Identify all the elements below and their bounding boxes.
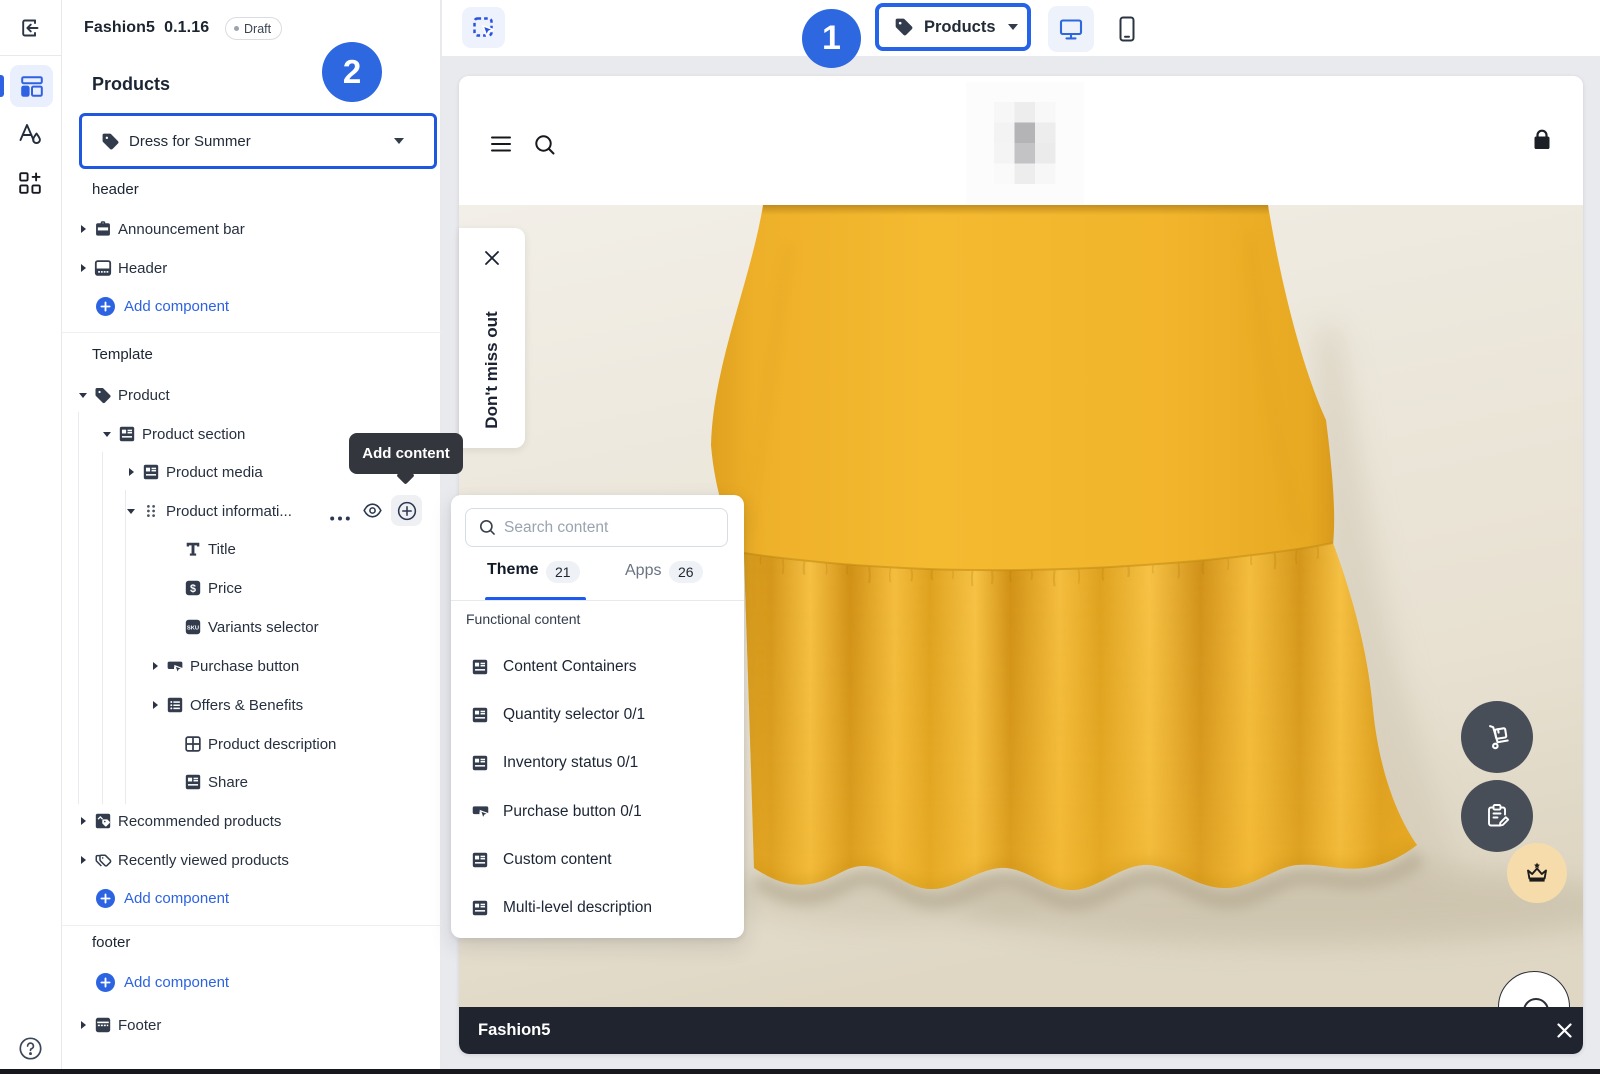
svg-text:$: $ <box>190 583 196 595</box>
svg-text:SKU: SKU <box>187 625 199 631</box>
